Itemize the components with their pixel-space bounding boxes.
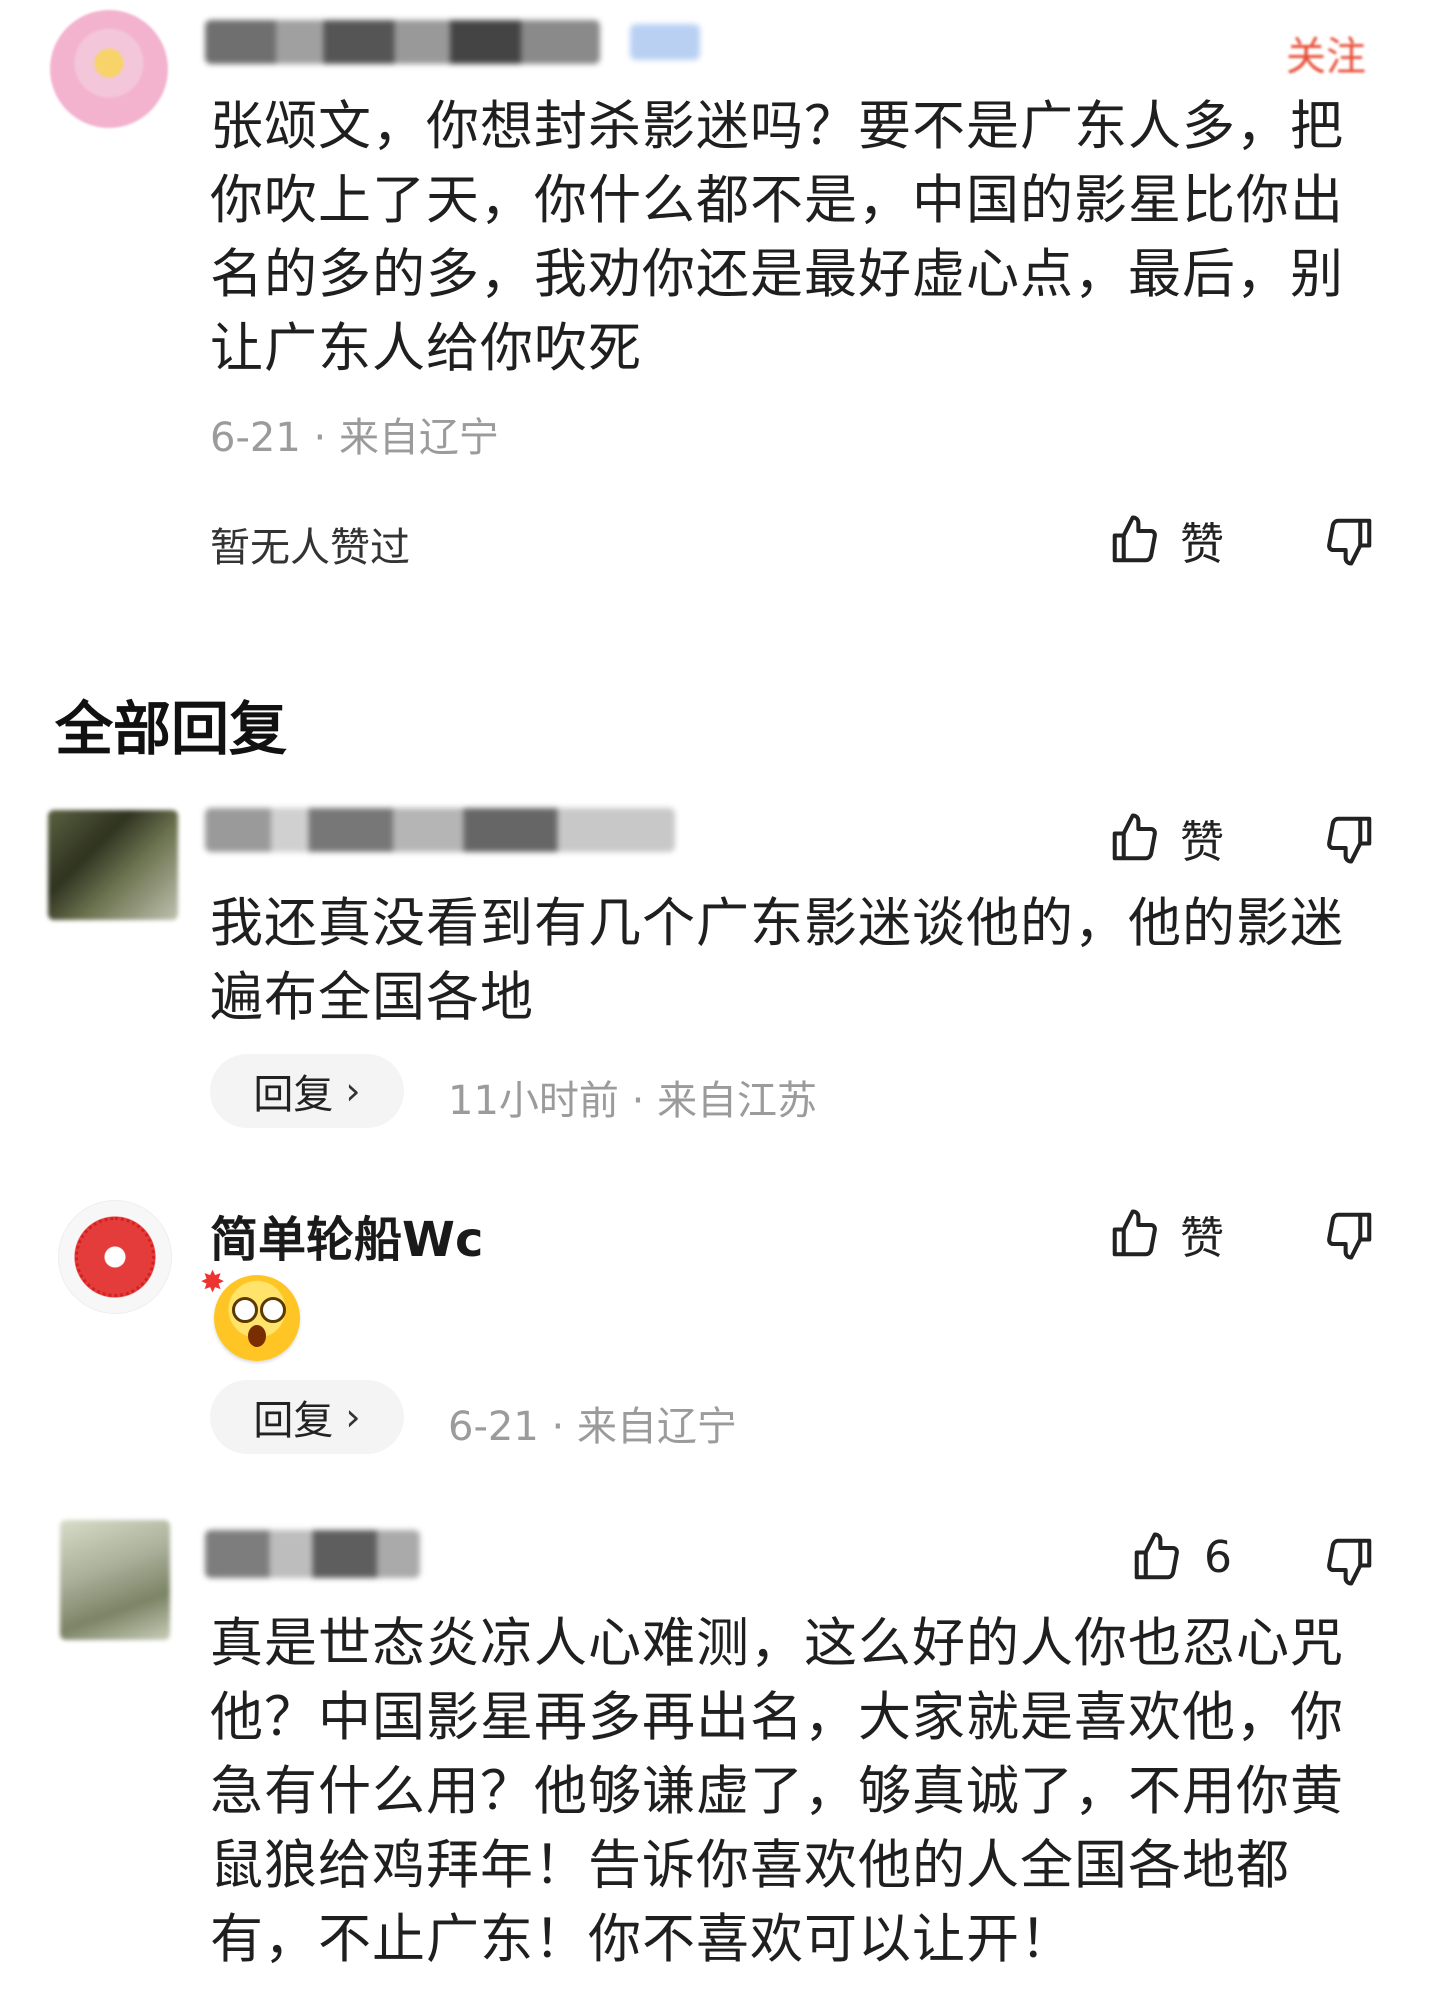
reply-text: 真是世态炎凉人心难测，这么好的人你也忍心咒他？中国影星再多再出名，大家就是喜欢他…: [210, 1613, 1344, 1970]
like-button[interactable]: 赞: [1108, 1202, 1224, 1266]
username[interactable]: 简单轮船Wc: [210, 1200, 483, 1270]
follow-button[interactable]: 关注: [1286, 24, 1366, 82]
like-label: 赞: [1180, 817, 1224, 868]
thumbs-down-icon[interactable]: [1322, 812, 1376, 866]
chevron-right-icon: ›: [345, 1069, 361, 1113]
reply-meta: 11小时前 · 来自江苏: [448, 1068, 817, 1126]
reply-label: 回复: [253, 1398, 334, 1444]
username-blurred[interactable]: [205, 1530, 420, 1578]
like-label: 赞: [1180, 1213, 1224, 1264]
reply-label: 回复: [253, 1072, 334, 1118]
username-blurred[interactable]: [205, 808, 675, 852]
reply-location: 来自辽宁: [576, 1404, 737, 1450]
thumbs-up-icon: [1130, 1530, 1184, 1584]
meta-separator: ·: [631, 1078, 645, 1124]
username-blurred[interactable]: [205, 20, 600, 64]
avatar[interactable]: [50, 10, 168, 128]
section-title: 全部回复: [55, 695, 288, 763]
reply-location: 来自江苏: [657, 1078, 818, 1124]
thumbs-down-icon[interactable]: [1322, 1534, 1376, 1588]
reply-meta: 6-21 · 来自辽宁: [448, 1394, 737, 1452]
thumbs-down-icon[interactable]: [1322, 514, 1376, 568]
user-badge-blurred: [630, 24, 700, 60]
thumbs-down-icon[interactable]: [1322, 1208, 1376, 1262]
meta-separator: ·: [313, 415, 327, 461]
comment-meta: 6-21 · 来自辽宁: [210, 405, 499, 463]
comment-text: 张颂文，你想封杀影迷吗？要不是广东人多，把你吹上了天，你什么都不是，中国的影星比…: [210, 96, 1344, 379]
thumbs-up-icon: [1108, 513, 1162, 567]
like-button[interactable]: 赞: [1108, 508, 1224, 572]
like-count: 6: [1204, 1531, 1232, 1583]
thumbs-up-icon: [1108, 1207, 1162, 1261]
like-button[interactable]: 6: [1130, 1530, 1232, 1584]
reply-time: 11小时前: [448, 1078, 619, 1124]
avatar[interactable]: [60, 1520, 170, 1640]
likes-info: 暂无人赞过: [210, 525, 410, 571]
comment-date: 6-21: [210, 415, 301, 461]
like-label: 赞: [1180, 519, 1224, 570]
avatar[interactable]: [48, 810, 178, 920]
thumbs-up-icon: [1108, 811, 1162, 865]
reply-button[interactable]: 回复 ›: [210, 1054, 404, 1128]
astonished-emoji-icon: ✸: [200, 1265, 300, 1361]
like-button[interactable]: 赞: [1108, 806, 1224, 870]
reply-text: 我还真没看到有几个广东影迷谈他的，他的影迷遍布全国各地: [210, 893, 1344, 1028]
reply-time: 6-21: [448, 1404, 539, 1450]
chevron-right-icon: ›: [345, 1395, 361, 1439]
avatar[interactable]: [58, 1200, 172, 1314]
comment-location: 来自辽宁: [338, 415, 499, 461]
reply-button[interactable]: 回复 ›: [210, 1380, 404, 1454]
meta-separator: ·: [551, 1404, 565, 1450]
